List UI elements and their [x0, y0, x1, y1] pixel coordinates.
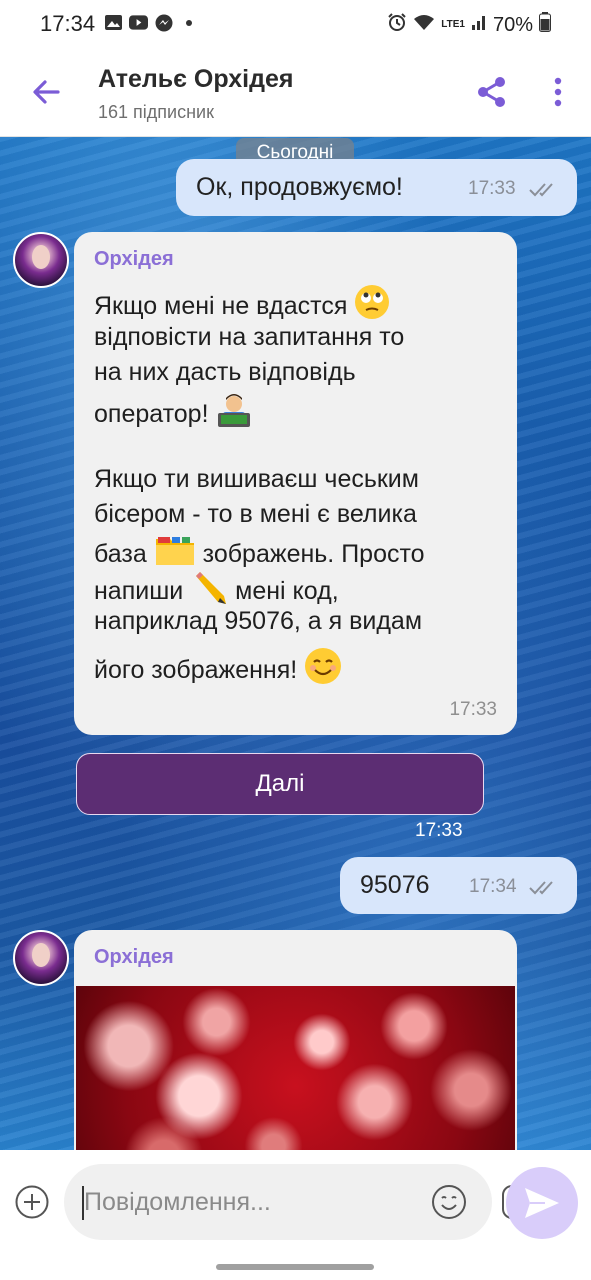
message-composer: Повідомлення... — [0, 1150, 591, 1280]
message-text: Ок, продовжуємо! — [196, 173, 403, 201]
sender-name: Орхідея — [94, 946, 174, 968]
next-button[interactable]: Далі — [76, 753, 484, 815]
subscriber-count: 161 підписник — [98, 102, 214, 122]
signal-icon — [471, 13, 487, 37]
wifi-icon — [413, 13, 435, 37]
message-line: оператор! — [94, 399, 209, 428]
message-line: Якщо мені не вдастся — [94, 291, 348, 320]
send-icon[interactable] — [506, 1167, 578, 1239]
message-line: його зображення! — [94, 655, 298, 684]
battery-percent: 70% — [492, 13, 533, 36]
chat-area[interactable]: Сьогодні Ок, продовжуємо! 17:33 Орхідея … — [0, 136, 591, 1150]
message-time: 17:33 — [449, 699, 497, 720]
dot-icon — [179, 13, 198, 32]
add-circle-icon[interactable] — [14, 1184, 50, 1220]
message-time: 17:33 — [415, 820, 463, 841]
chat-header: Ательє Орхідея 161 підписник — [0, 48, 591, 137]
message-time: 17:34 — [469, 876, 517, 897]
sender-name: Орхідея — [94, 248, 174, 270]
message-text: 95076 — [360, 871, 430, 899]
emoji-icon[interactable] — [430, 1183, 468, 1221]
message-line: мені код, — [235, 576, 339, 605]
outgoing-message[interactable]: Ок, продовжуємо! 17:33 — [176, 159, 577, 216]
message-line: зображень. Просто — [202, 539, 425, 568]
home-indicator[interactable] — [216, 1264, 374, 1270]
double-check-icon — [529, 181, 557, 197]
smiling-face-emoji — [304, 647, 342, 696]
notification-icons — [104, 13, 198, 32]
message-line: наприклад 95076, а я видам — [94, 606, 423, 635]
message-line: відповісти на запитання то — [94, 322, 405, 351]
message-input[interactable]: Повідомлення... — [64, 1164, 536, 1240]
status-time: 17:34 — [40, 11, 96, 36]
system-icons: LTE1 70% — [387, 12, 551, 38]
message-line: напиши — [94, 576, 184, 605]
message-line: на них дасть відповідь — [94, 358, 356, 386]
youtube-icon — [129, 13, 148, 32]
red-beads-image[interactable] — [76, 986, 515, 1150]
double-check-icon — [529, 879, 557, 895]
message-line: база — [94, 539, 147, 568]
message-time: 17:33 — [468, 178, 516, 199]
image-icon — [104, 13, 123, 32]
avatar[interactable] — [13, 930, 69, 986]
alarm-icon — [387, 12, 407, 38]
message-line: Якщо ти вишиваєш чеським — [94, 464, 419, 493]
status-bar: 17:34 LTE1 70% — [0, 0, 591, 48]
more-vertical-icon[interactable] — [544, 74, 572, 110]
battery-icon — [539, 12, 551, 38]
incoming-message[interactable]: Орхідея — [74, 930, 517, 1150]
back-arrow-icon[interactable] — [28, 74, 64, 110]
channel-title[interactable]: Ательє Орхідея — [98, 65, 293, 94]
incoming-message[interactable]: Орхідея Якщо мені не вдастся відповісти … — [74, 232, 517, 735]
avatar[interactable] — [13, 232, 69, 288]
input-placeholder: Повідомлення... — [84, 1188, 271, 1216]
technologist-emoji — [215, 391, 253, 440]
lte-badge: LTE1 — [441, 19, 465, 30]
message-text: Якщо мені не вдастся відповісти на запит… — [94, 284, 504, 684]
outgoing-message[interactable]: 95076 17:34 — [340, 857, 577, 914]
message-line: бісером - то в мені є велика — [94, 500, 417, 528]
messenger-icon — [154, 13, 173, 32]
share-icon[interactable] — [474, 74, 510, 110]
